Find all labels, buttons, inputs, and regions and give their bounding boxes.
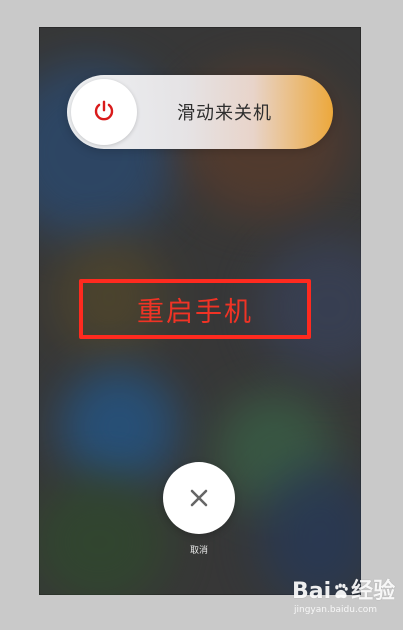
baidu-jingyan-watermark: Bai 经验 jingyan.baidu.com: [292, 581, 395, 617]
watermark-brand-left: Bai: [292, 579, 332, 604]
power-off-slider-thumb[interactable]: [71, 79, 137, 145]
restart-phone-text: 重启手机: [137, 296, 253, 328]
phone-screen: 滑动来关机 重启手机 取消: [39, 27, 361, 595]
slide-to-power-off-label: 滑动来关机: [177, 103, 272, 124]
close-icon: [190, 489, 208, 507]
watermark-brand-right: 经验: [351, 579, 396, 604]
watermark-logo: Bai 经验: [292, 581, 395, 603]
cancel-label: 取消: [189, 546, 208, 556]
slide-to-power-off-slider[interactable]: 滑动来关机: [67, 75, 333, 149]
paw-icon: [335, 583, 348, 599]
restart-phone-highlight: 重启手机: [79, 279, 311, 339]
cancel-button[interactable]: [163, 462, 235, 534]
watermark-url: jingyan.baidu.com: [294, 605, 378, 615]
power-icon: [94, 100, 114, 121]
